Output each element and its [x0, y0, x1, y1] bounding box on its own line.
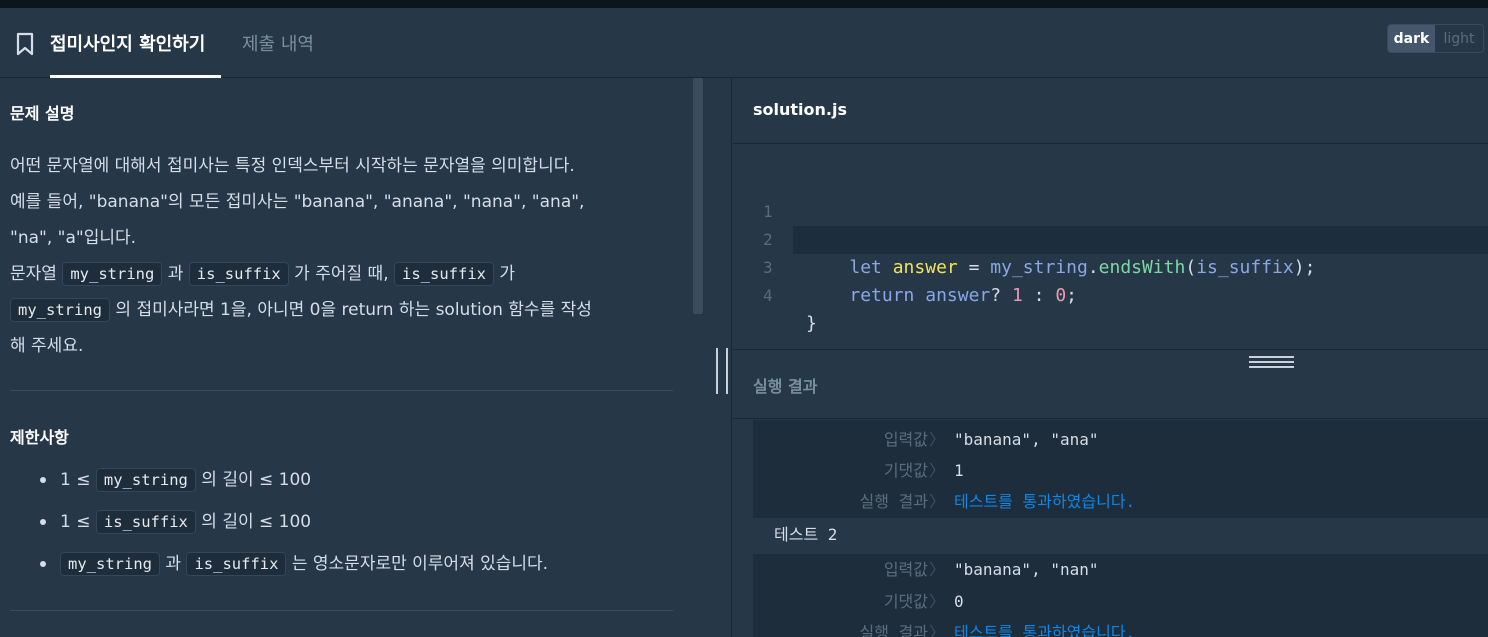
- chevron-right-icon: 〉: [929, 623, 946, 637]
- result-title: 실행 결과: [753, 377, 818, 396]
- editor-header: solution.js: [733, 78, 1488, 144]
- problem-description-title: 문제 설명: [10, 104, 75, 123]
- list-item: 1 ≤ my_string 의 길이 ≤ 100: [40, 462, 680, 504]
- test-result-1: 입력값 〉 "banana", "ana" 기댓값 〉 1 실행 결과 〉 테스…: [753, 420, 1488, 518]
- chevron-right-icon: 〉: [929, 430, 946, 449]
- status-pass: 테스트를 통과하였습니다.: [954, 623, 1136, 637]
- code-line: 3 return answer? 1 : 0;: [763, 258, 1077, 306]
- chevron-right-icon: 〉: [929, 592, 946, 611]
- header: 접미사인지 확인하기 제출 내역 dark light: [0, 8, 1488, 78]
- tab-submissions[interactable]: 제출 내역: [242, 30, 314, 56]
- bookmark-icon[interactable]: [14, 32, 36, 56]
- resize-handle-horizontal[interactable]: [1249, 356, 1294, 368]
- test-title: 테스트 2: [774, 525, 838, 544]
- code-line: 1 function solution(my_string, is_suffix…: [763, 202, 1250, 250]
- theme-dark-button[interactable]: dark: [1388, 25, 1436, 52]
- theme-toggle: dark light: [1387, 24, 1484, 53]
- divider: [10, 610, 673, 611]
- constraints-list: 1 ≤ my_string 의 길이 ≤ 100 1 ≤ is_suffix 의…: [40, 462, 680, 588]
- theme-light-button[interactable]: light: [1435, 25, 1483, 52]
- chevron-right-icon: 〉: [929, 492, 946, 511]
- problem-scrollbar[interactable]: [693, 78, 703, 314]
- constraints-title: 제한사항: [10, 428, 69, 447]
- code-editor[interactable]: 1 function solution(my_string, is_suffix…: [733, 145, 1488, 350]
- filename: solution.js: [753, 100, 847, 119]
- list-item: 1 ≤ is_suffix 의 길이 ≤ 100: [40, 504, 680, 546]
- code-line: 2 let answer = my_string.endsWith(is_suf…: [763, 230, 1316, 278]
- status-pass: 테스트를 통과하였습니다.: [954, 492, 1136, 511]
- problem-description: 어떤 문자열에 대해서 접미사는 특정 인덱스부터 시작하는 문자열을 의미합니…: [10, 156, 592, 356]
- tab-problem[interactable]: 접미사인지 확인하기: [50, 28, 222, 78]
- top-strip: [0, 0, 1488, 8]
- list-item: my_string 과 is_suffix 는 영소문자로만 이루어져 있습니다…: [40, 546, 680, 588]
- code-is-suffix: is_suffix: [394, 262, 495, 286]
- result-output: 입력값 〉 "banana", "ana" 기댓값 〉 1 실행 결과 〉 테스…: [733, 420, 1488, 637]
- resize-handle-vertical[interactable]: [716, 348, 728, 394]
- code-is-suffix: is_suffix: [188, 262, 289, 286]
- chevron-right-icon: 〉: [929, 461, 946, 480]
- divider: [10, 390, 673, 391]
- test-result-2: 입력값 〉 "banana", "nan" 기댓값 〉 0 실행 결과 〉 테스…: [753, 554, 1488, 637]
- chevron-right-icon: 〉: [929, 560, 946, 579]
- code-my-string: my_string: [62, 262, 163, 286]
- code-line: 4 }: [763, 286, 817, 334]
- result-header: 실행 결과: [733, 351, 1488, 419]
- code-my-string: my_string: [10, 298, 110, 322]
